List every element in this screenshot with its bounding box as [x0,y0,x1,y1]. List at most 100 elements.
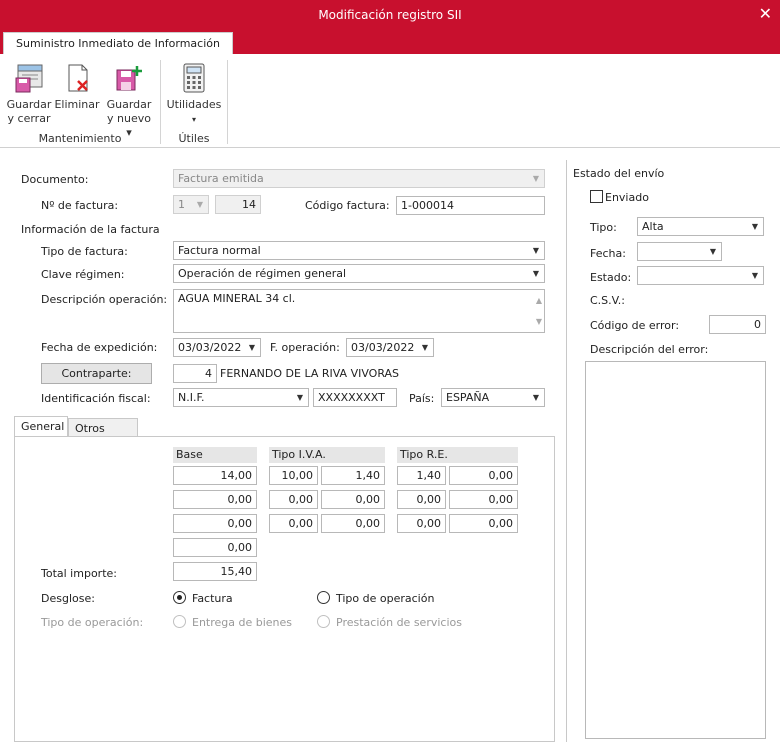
fecha-operacion-label: F. operación: [270,341,340,354]
fecha-operacion-value: 03/03/2022 [351,341,415,354]
tab-general[interactable]: General [14,416,68,438]
re-amount-field[interactable]: 0,00 [449,466,518,485]
save-new-label-1: Guardar [106,98,152,111]
save-close-label-2: y cerrar [7,112,51,125]
radio-factura-label[interactable]: Factura [192,592,233,605]
iva-amount-field[interactable]: 0,00 [321,514,385,533]
base-field[interactable]: 0,00 [173,490,257,509]
re-amount-field[interactable]: 0,00 [449,514,518,533]
descripcion-textarea[interactable]: AGUA MINERAL 34 cl. ▲ ▼ [173,289,545,333]
info-factura-heading: Información de la factura [21,223,160,236]
iva-pct-field[interactable]: 0,00 [269,490,318,509]
radio-prestacion-servicios-label: Prestación de servicios [336,616,462,629]
chevron-down-icon[interactable]: ▼ [417,339,433,356]
re-amount-field[interactable]: 0,00 [449,490,518,509]
documento-value: Factura emitida [178,172,264,185]
descripcion-label: Descripción operación: [41,293,168,306]
scroll-up-icon[interactable]: ▲ [536,292,542,309]
enviado-checkbox[interactable] [590,190,603,203]
descripcion-error-textarea[interactable] [585,361,766,739]
serie-select: 1 ▼ [173,195,209,214]
radio-factura[interactable] [173,591,186,604]
tipo-operacion-label: Tipo de operación: [41,616,144,629]
base-field[interactable]: 14,00 [173,466,257,485]
pais-label: País: [409,392,435,405]
chevron-down-icon: ▼ [532,269,540,278]
close-icon[interactable]: ✕ [759,4,772,23]
id-fiscal-type-select[interactable]: N.I.F. ▼ [173,388,309,407]
radio-prestacion-servicios [317,615,330,628]
delete-button[interactable]: Eliminar [54,62,100,112]
calculator-icon [183,63,205,93]
codigo-error-field[interactable]: 0 [709,315,766,334]
chevron-down-icon: ▼ [532,174,540,183]
radio-entrega-bienes [173,615,186,628]
tipo-factura-select[interactable]: Factura normal ▼ [173,241,545,260]
estado-select[interactable]: ▼ [637,266,764,285]
delete-label: Eliminar [54,98,100,111]
enviado-label[interactable]: Enviado [605,191,649,204]
desglose-label: Desglose: [41,592,95,605]
radio-tipo-operacion[interactable] [317,591,330,604]
save-new-button[interactable]: Guardar y nuevo ▾ [103,62,155,140]
tipo-envio-value: Alta [642,220,664,233]
codigo-error-label: Código de error: [590,319,680,332]
fecha-expedicion-field[interactable]: 03/03/2022 ▼ [173,338,261,357]
chevron-down-icon[interactable]: ▼ [705,243,721,260]
header-tipo-re: Tipo R.E. [397,447,518,463]
fecha-envio-field[interactable]: ▼ [637,242,722,261]
chevron-down-icon: ▼ [751,271,759,280]
chevron-down-icon[interactable]: ▼ [244,339,260,356]
documento-label: Documento: [21,173,89,186]
tipo-factura-label: Tipo de factura: [41,245,128,258]
chevron-down-icon: ▼ [751,222,759,231]
id-fiscal-label: Identificación fiscal: [41,392,151,405]
documento-select: Factura emitida ▼ [173,169,545,188]
utilities-button[interactable]: Utilidades ▾ [166,62,222,127]
ribbon-separator [227,60,228,144]
tab-otros-datos[interactable]: Otros datos [68,418,138,454]
re-pct-field[interactable]: 1,40 [397,466,446,485]
group-label-mantenimiento: Mantenimiento [38,132,122,145]
group-label-utiles: Útiles [178,132,210,145]
clave-regimen-select[interactable]: Operación de régimen general ▼ [173,264,545,283]
window-title: Modificación registro SII [318,8,462,22]
tipo-envio-label: Tipo: [590,221,617,234]
iva-pct-field[interactable]: 10,00 [269,466,318,485]
delete-icon [68,64,88,92]
save-close-button[interactable]: Guardar y cerrar [6,62,52,126]
iva-amount-field[interactable]: 1,40 [321,466,385,485]
ribbon-tab-sii[interactable]: Suministro Inmediato de Información [3,32,233,54]
base-field[interactable]: 0,00 [173,514,257,533]
id-fiscal-field[interactable]: XXXXXXXXT [313,388,397,407]
radio-tipo-operacion-label[interactable]: Tipo de operación [336,592,434,605]
scroll-down-icon[interactable]: ▼ [536,313,542,330]
chevron-down-icon: ▼ [532,393,540,402]
contraparte-name: FERNANDO DE LA RIVA VIVORAS [220,367,400,380]
re-pct-field[interactable]: 0,00 [397,490,446,509]
ribbon: Guardar y cerrar Eliminar Guardar y nuev… [0,54,780,148]
clave-regimen-value: Operación de régimen general [178,267,347,280]
re-pct-field[interactable]: 0,00 [397,514,446,533]
nfactura-label: Nº de factura: [41,199,119,212]
contraparte-button[interactable]: Contraparte: [41,363,152,384]
tipo-envio-select[interactable]: Alta ▼ [637,217,764,236]
save-new-icon [116,66,142,91]
chevron-down-icon: ▼ [196,200,204,209]
contraparte-code-field[interactable]: 4 [173,364,217,383]
csv-label: C.S.V.: [590,294,625,307]
iva-pct-field[interactable]: 0,00 [269,514,318,533]
save-close-icon [15,64,43,93]
estado-envio-heading: Estado del envío [573,167,665,180]
clave-regimen-label: Clave régimen: [41,268,125,281]
pais-select[interactable]: ESPAÑA ▼ [441,388,545,407]
fecha-expedicion-value: 03/03/2022 [178,341,242,354]
total-importe-field[interactable]: 15,40 [173,562,257,581]
utilities-dropdown-icon: ▾ [191,115,196,124]
save-close-label-1: Guardar [6,98,52,111]
nfactura-field: 14 [215,195,261,214]
base-extra-field[interactable]: 0,00 [173,538,257,557]
codigo-factura-field[interactable]: 1-000014 [396,196,545,215]
fecha-operacion-field[interactable]: 03/03/2022 ▼ [346,338,434,357]
iva-amount-field[interactable]: 0,00 [321,490,385,509]
